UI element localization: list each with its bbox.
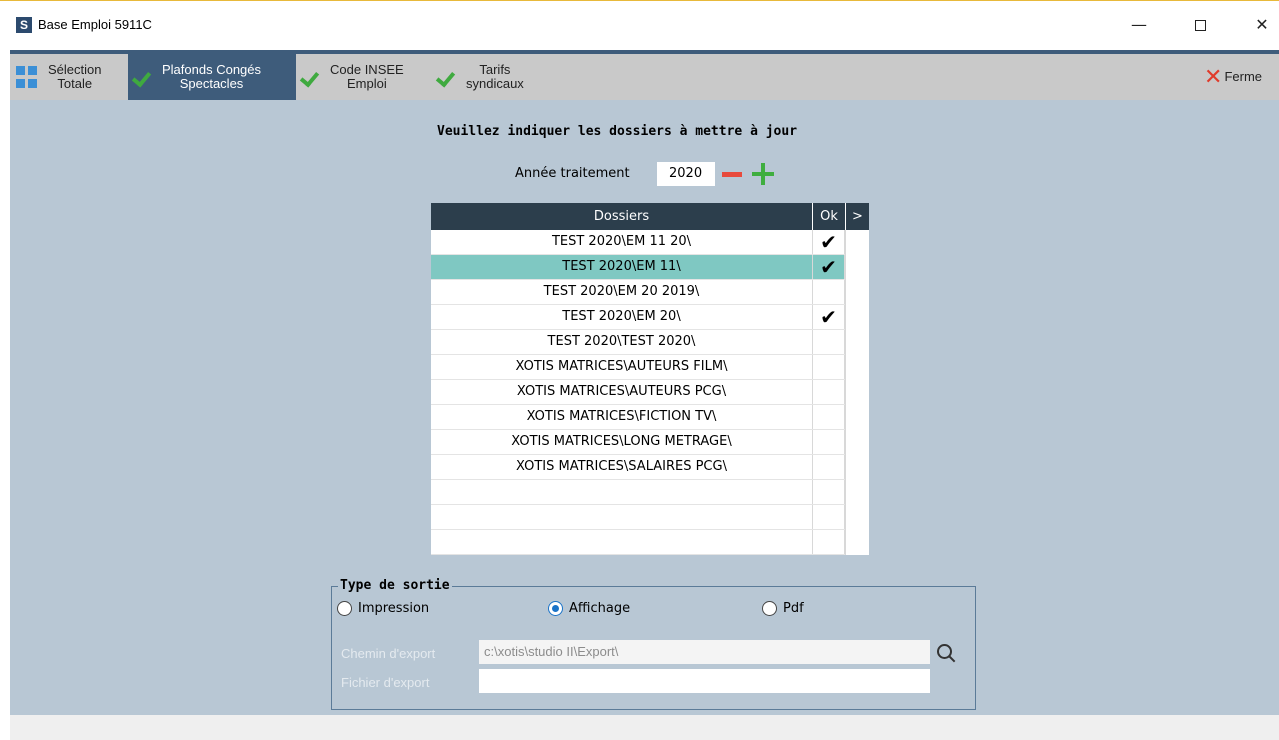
- column-header-dossiers[interactable]: Dossiers: [431, 203, 812, 230]
- table-row[interactable]: [431, 480, 845, 505]
- annee-label: Année traitement: [515, 166, 630, 181]
- dossier-name-cell: TEST 2020\EM 11\: [562, 259, 681, 274]
- fichier-export-field[interactable]: [479, 669, 930, 693]
- annee-input[interactable]: 2020: [657, 162, 715, 186]
- check-icon: [438, 67, 458, 87]
- maximize-button[interactable]: [1178, 9, 1222, 41]
- dossier-name-cell: TEST 2020\EM 11 20\: [551, 234, 692, 249]
- fichier-export-label: Fichier d'export: [341, 675, 430, 690]
- grid-icon: [16, 66, 38, 88]
- chemin-export-label: Chemin d'export: [341, 646, 436, 661]
- dossier-name-cell: TEST 2020\EM 20 2019\: [543, 284, 700, 299]
- table-row[interactable]: XOTIS MATRICES\LONG METRAGE\: [431, 430, 845, 455]
- table-header: Dossiers Ok >: [431, 203, 869, 230]
- radio-affichage[interactable]: Affichage: [548, 601, 630, 616]
- tab-plafonds-conges[interactable]: Plafonds Congés Spectacles: [128, 54, 296, 100]
- status-strip: [10, 715, 1279, 740]
- check-icon: [134, 67, 154, 87]
- dossier-name-cell: XOTIS MATRICES\LONG METRAGE\: [511, 434, 732, 449]
- radio-impression[interactable]: Impression: [337, 601, 429, 616]
- decrement-year-button[interactable]: [722, 172, 742, 177]
- table-row[interactable]: TEST 2020\EM 20 2019\: [431, 280, 845, 305]
- plafonds-label: Plafonds Congés Spectacles: [162, 62, 262, 91]
- ok-checkbox-cell[interactable]: [812, 330, 845, 354]
- app-icon: S: [16, 17, 32, 33]
- column-expand-button[interactable]: >: [845, 203, 869, 230]
- table-row[interactable]: XOTIS MATRICES\SALAIRES PCG\: [431, 455, 845, 480]
- ok-checkbox-cell[interactable]: [812, 530, 845, 554]
- ok-checkbox-cell[interactable]: [812, 505, 845, 529]
- dossier-name-cell: TEST 2020\TEST 2020\: [547, 334, 696, 349]
- minimize-button[interactable]: —: [1117, 9, 1161, 41]
- window-title: Base Emploi 5911C: [38, 17, 152, 32]
- ok-checkbox-cell[interactable]: ✔: [812, 305, 845, 329]
- table-row[interactable]: [431, 505, 845, 530]
- ok-checkbox-cell[interactable]: [812, 380, 845, 404]
- increment-year-button[interactable]: [752, 163, 774, 185]
- dossier-name-cell: [431, 480, 812, 504]
- table-row[interactable]: TEST 2020\EM 11 20\ ✔: [431, 230, 845, 255]
- dossier-name-cell: XOTIS MATRICES\AUTEURS PCG\: [516, 384, 727, 399]
- table-body: TEST 2020\EM 11 20\ ✔ TEST 2020\EM 11\ ✔ TES…: [431, 230, 845, 555]
- radio-circle: [548, 601, 563, 616]
- ok-checkbox-cell[interactable]: [812, 455, 845, 479]
- maximize-icon: [1194, 20, 1206, 31]
- radio-pdf-label: Pdf: [783, 601, 804, 616]
- table-row[interactable]: [431, 530, 845, 555]
- chemin-export-field[interactable]: c:\xotis\studio II\Export\: [479, 640, 930, 664]
- dossier-name-cell: XOTIS MATRICES\SALAIRES PCG\: [516, 459, 727, 474]
- selection-totale-button[interactable]: Sélection Totale: [10, 54, 128, 100]
- page-heading: Veuillez indiquer les dossiers à mettre …: [437, 124, 798, 139]
- title-bar: S Base Emploi 5911C — ✕: [0, 0, 1279, 50]
- toolbar: Sélection Totale Plafonds Congés Spectac…: [10, 50, 1279, 100]
- fermer-label: Ferme: [1224, 69, 1262, 84]
- close-icon: ✕: [1204, 64, 1223, 90]
- ok-checkbox-cell[interactable]: [812, 405, 845, 429]
- close-window-button[interactable]: ✕: [1240, 9, 1279, 41]
- table-row[interactable]: XOTIS MATRICES\AUTEURS PCG\: [431, 380, 845, 405]
- output-type-legend: Type de sortie: [338, 578, 452, 593]
- table-row[interactable]: XOTIS MATRICES\AUTEURS FILM\: [431, 355, 845, 380]
- selection-totale-label: Sélection Totale: [48, 62, 102, 91]
- ok-checkbox-cell[interactable]: [812, 355, 845, 379]
- dossier-name-cell: [431, 505, 812, 529]
- tab-code-insee[interactable]: Code INSEE Emploi: [296, 54, 432, 100]
- ok-checkbox-cell[interactable]: [812, 430, 845, 454]
- fermer-button[interactable]: ✕ Ferme: [1200, 54, 1279, 100]
- table-row[interactable]: TEST 2020\TEST 2020\: [431, 330, 845, 355]
- ok-checkbox-cell[interactable]: ✔: [812, 255, 845, 279]
- search-icon[interactable]: [935, 642, 957, 664]
- column-header-ok[interactable]: Ok: [812, 203, 845, 230]
- tarifs-label: Tarifs syndicaux: [466, 62, 524, 91]
- ok-checkbox-cell[interactable]: [812, 280, 845, 304]
- dossier-name-cell: XOTIS MATRICES\AUTEURS FILM\: [515, 359, 728, 374]
- ok-checkbox-cell[interactable]: [812, 480, 845, 504]
- table-row[interactable]: TEST 2020\EM 11\ ✔: [431, 255, 845, 280]
- dossier-name-cell: TEST 2020\EM 20\: [562, 309, 681, 324]
- insee-label: Code INSEE Emploi: [330, 62, 404, 91]
- tab-tarifs-syndicaux[interactable]: Tarifs syndicaux: [432, 54, 548, 100]
- column-spacer: [845, 230, 869, 555]
- check-icon: [302, 67, 322, 87]
- dossiers-table: Dossiers Ok > TEST 2020\EM 11 20\ ✔ TEST 2…: [431, 203, 869, 555]
- radio-circle: [762, 601, 777, 616]
- ok-checkbox-cell[interactable]: ✔: [812, 230, 845, 254]
- table-row[interactable]: XOTIS MATRICES\FICTION TV\: [431, 405, 845, 430]
- dossier-name-cell: [431, 530, 812, 554]
- radio-pdf[interactable]: Pdf: [762, 601, 804, 616]
- table-row[interactable]: TEST 2020\EM 20\ ✔: [431, 305, 845, 330]
- radio-circle: [337, 601, 352, 616]
- radio-impression-label: Impression: [358, 601, 430, 616]
- radio-affichage-label: Affichage: [569, 601, 631, 616]
- dossier-name-cell: XOTIS MATRICES\FICTION TV\: [526, 409, 717, 424]
